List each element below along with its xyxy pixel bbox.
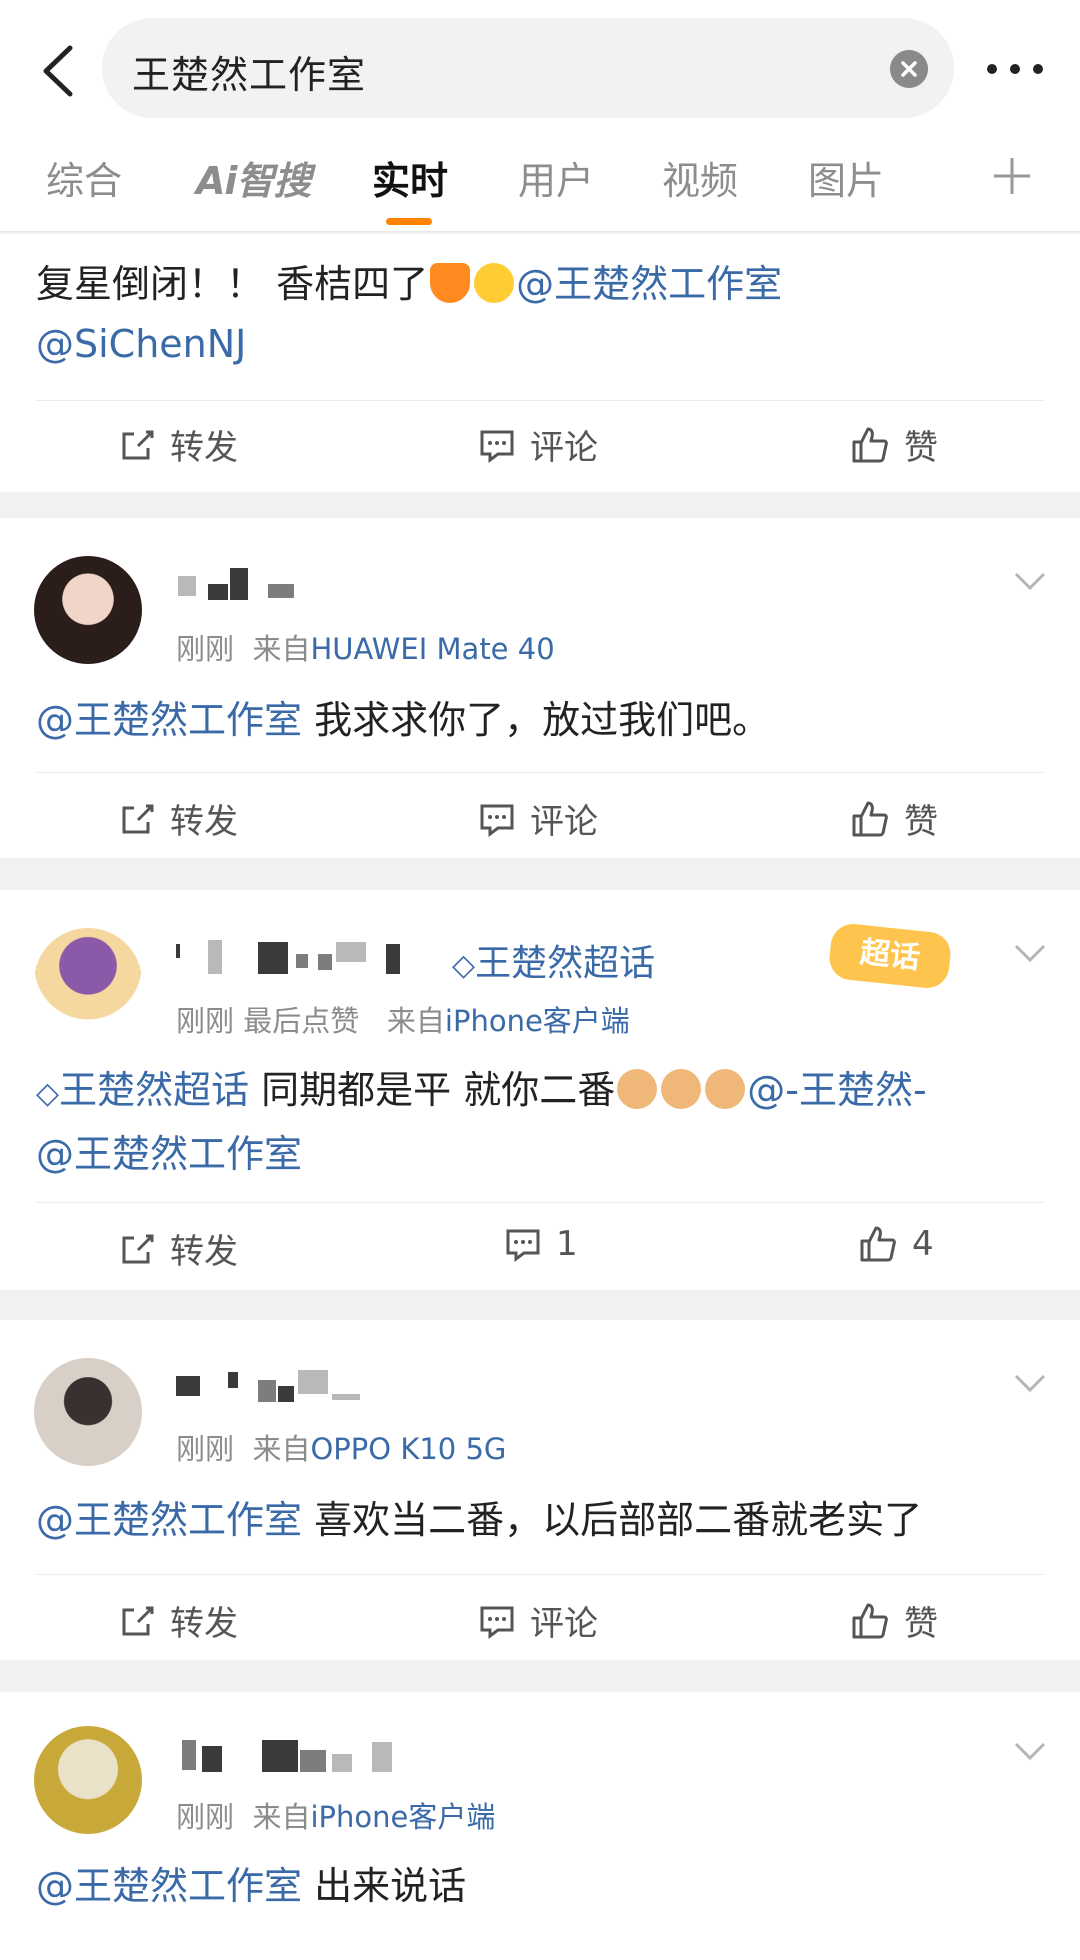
thumbs-up-icon xyxy=(860,1226,896,1262)
like-button[interactable]: 赞 xyxy=(850,794,938,843)
search-header: 王楚然工作室 综合 Ai智搜 实时 用户 视频 图片 xyxy=(0,0,1080,232)
mention-link[interactable]: @王楚然工作室 xyxy=(36,698,302,742)
username-blurred[interactable] xyxy=(172,936,452,976)
like-button[interactable]: 赞 xyxy=(850,420,938,469)
repost-icon xyxy=(122,430,154,459)
mention-link[interactable]: @王楚然工作室 xyxy=(36,1498,302,1542)
repost-button[interactable]: 转发 xyxy=(118,1596,238,1645)
username-blurred[interactable] xyxy=(172,1366,372,1406)
divider xyxy=(36,1574,1044,1575)
chevron-down-icon[interactable] xyxy=(1010,938,1050,968)
orange-heart-emoji-icon xyxy=(430,263,471,303)
post-meta: 刚刚 来自HUAWEI Mate 40 xyxy=(176,632,555,666)
avatar[interactable] xyxy=(34,1358,142,1466)
chevron-down-icon[interactable] xyxy=(1010,1368,1050,1398)
post-meta: 刚刚 来自OPPO K10 5G xyxy=(176,1432,507,1466)
tab-videos[interactable]: 视频 xyxy=(662,150,738,205)
more-options-icon[interactable] xyxy=(980,44,1050,94)
post-meta: 刚刚 最后点赞 来自iPhone客户端 xyxy=(176,1004,630,1038)
comment-icon xyxy=(506,1229,540,1262)
super-topic-link[interactable]: ◇王楚然超话 xyxy=(36,1068,249,1112)
post-text: @王楚然工作室 我求求你了，放过我们吧。 xyxy=(36,698,771,742)
mention-link[interactable]: @王楚然工作室 xyxy=(36,1864,302,1908)
add-tab-icon[interactable] xyxy=(990,154,1034,198)
avatar[interactable] xyxy=(34,1726,142,1834)
repost-button[interactable]: 转发 xyxy=(118,420,238,469)
thumbs-up-icon xyxy=(852,801,888,836)
tab-users[interactable]: 用户 xyxy=(518,150,594,205)
thumbs-up-emoji-icon xyxy=(617,1069,658,1109)
thumbs-up-emoji-icon xyxy=(661,1069,702,1109)
post-text: 复星倒闭！！ 香桔四了 @王楚然工作室 @SiChenNJ xyxy=(36,262,783,366)
tab-comprehensive[interactable]: 综合 xyxy=(46,150,122,205)
mention-link[interactable]: @王楚然工作室 xyxy=(36,1132,302,1176)
thumbs-up-icon xyxy=(852,1603,888,1638)
repost-icon xyxy=(122,1234,154,1263)
comment-count: 1 xyxy=(556,1224,578,1264)
like-button[interactable]: 4 xyxy=(858,1224,934,1264)
chevron-down-icon[interactable] xyxy=(1010,566,1050,596)
divider xyxy=(36,772,1044,773)
comment-button[interactable]: 评论 xyxy=(478,794,598,843)
chevron-down-icon[interactable] xyxy=(1010,1736,1050,1766)
comment-icon xyxy=(480,430,514,463)
divider xyxy=(36,400,1044,401)
post-card: 复星倒闭！！ 香桔四了 @王楚然工作室 @SiChenNJ 转发 评论 赞 xyxy=(0,234,1080,492)
avatar[interactable] xyxy=(34,556,142,664)
diamond-icon: ◇ xyxy=(36,1076,60,1111)
repost-button[interactable]: 转发 xyxy=(118,1224,238,1273)
super-topic-tag[interactable]: ◇王楚然超话 xyxy=(452,934,655,986)
repost-icon xyxy=(122,1606,154,1635)
post-card: 刚刚 来自OPPO K10 5G @王楚然工作室 喜欢当二番，以后部部二番就老实… xyxy=(0,1320,1080,1660)
active-tab-indicator xyxy=(386,218,432,225)
like-count: 4 xyxy=(912,1224,934,1264)
post-text: @王楚然工作室 出来说话 xyxy=(36,1864,467,1908)
comment-icon xyxy=(480,804,514,837)
username-blurred[interactable] xyxy=(172,564,312,604)
tab-realtime[interactable]: 实时 xyxy=(372,150,448,205)
super-topic-badge[interactable]: 超话 xyxy=(827,921,953,991)
post-text: @王楚然工作室 喜欢当二番，以后部部二番就老实了 xyxy=(36,1498,923,1542)
mention-link[interactable]: @王楚然工作室 xyxy=(516,262,782,306)
repost-button[interactable]: 转发 xyxy=(118,794,238,843)
avatar[interactable] xyxy=(34,928,142,1036)
comment-button[interactable]: 评论 xyxy=(478,420,598,469)
post-text: ◇王楚然超话 同期都是平 就你二番 @-王楚然- @王楚然工作室 xyxy=(36,1068,927,1176)
tab-images[interactable]: 图片 xyxy=(808,150,884,205)
comment-button[interactable]: 评论 xyxy=(478,1596,598,1645)
comment-button[interactable]: 1 xyxy=(504,1224,578,1264)
mention-link[interactable]: @-王楚然- xyxy=(747,1068,926,1112)
search-input[interactable]: 王楚然工作室 xyxy=(102,18,954,118)
tab-ai-search[interactable]: Ai智搜 xyxy=(196,150,311,205)
like-button[interactable]: 赞 xyxy=(850,1596,938,1645)
repost-icon xyxy=(122,804,154,833)
search-query: 王楚然工作室 xyxy=(132,53,367,97)
divider xyxy=(36,1202,1044,1203)
tab-bar: 综合 Ai智搜 实时 用户 视频 图片 xyxy=(0,150,1080,220)
mention-link[interactable]: @SiChenNJ xyxy=(36,322,246,366)
back-arrow-icon[interactable] xyxy=(26,36,96,106)
thumbs-up-emoji-icon xyxy=(705,1069,746,1109)
post-card: ◇王楚然超话 超话 刚刚 最后点赞 来自iPhone客户端 ◇王楚然超话 同期都… xyxy=(0,890,1080,1290)
post-meta: 刚刚 来自iPhone客户端 xyxy=(176,1800,496,1834)
comment-icon xyxy=(480,1606,514,1639)
laughing-emoji-icon xyxy=(474,263,515,303)
post-card: 刚刚 来自iPhone客户端 @王楚然工作室 出来说话 xyxy=(0,1692,1080,1960)
diamond-icon: ◇ xyxy=(452,948,476,983)
post-card: 刚刚 来自HUAWEI Mate 40 @王楚然工作室 我求求你了，放过我们吧。… xyxy=(0,518,1080,858)
thumbs-up-icon xyxy=(852,427,888,462)
username-blurred[interactable] xyxy=(172,1736,452,1776)
clear-icon[interactable] xyxy=(890,50,928,88)
